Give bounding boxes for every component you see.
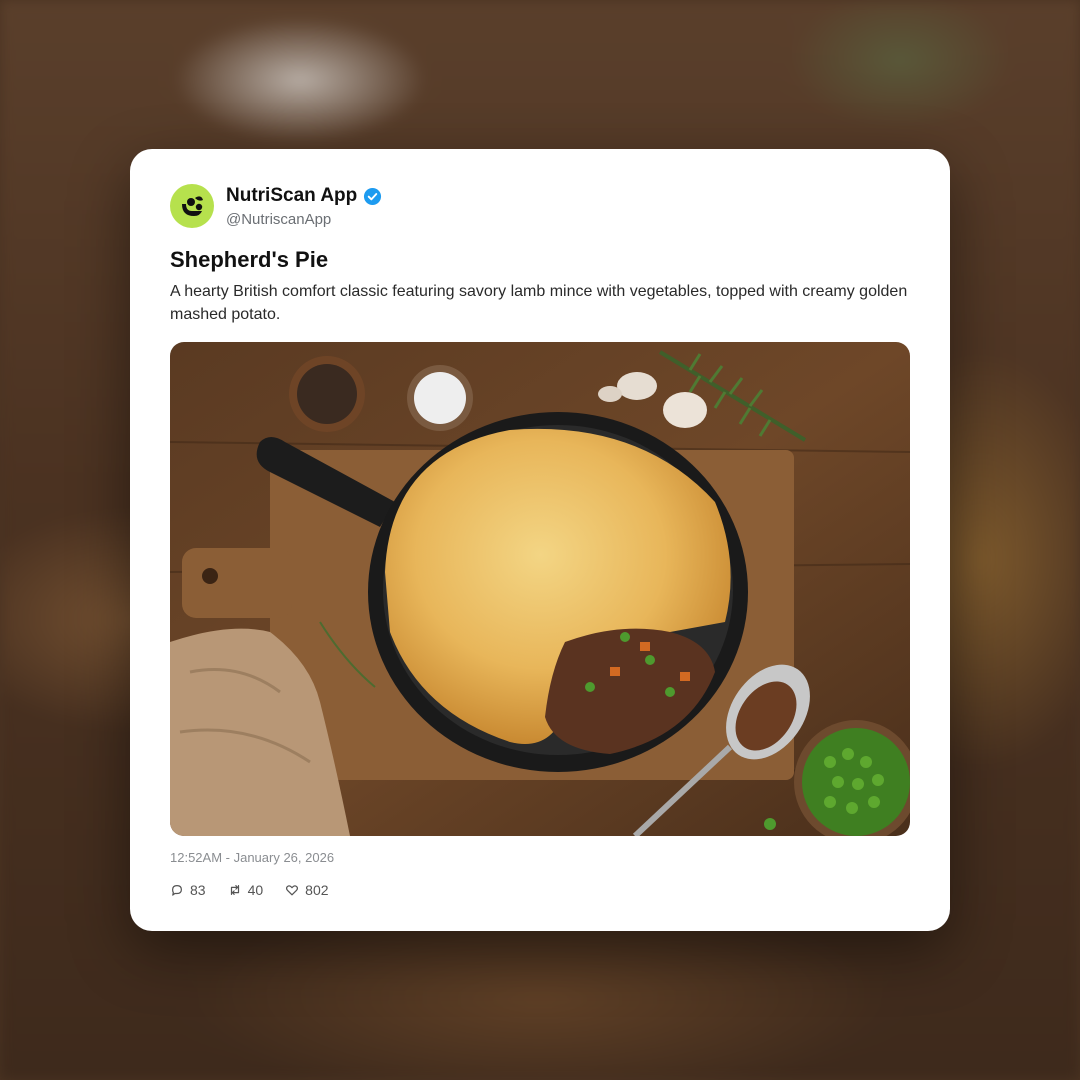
heart-icon: [286, 885, 299, 896]
like-count: 802: [305, 882, 329, 898]
verified-badge-icon: [364, 187, 382, 205]
repost-icon: [230, 885, 239, 895]
reply-icon: [172, 885, 182, 896]
author-name[interactable]: NutriScan App: [226, 185, 357, 207]
avatar[interactable]: [170, 184, 214, 228]
like-button[interactable]: 802: [285, 882, 329, 898]
repost-count: 40: [247, 882, 264, 898]
repost-button[interactable]: 40: [228, 882, 264, 898]
reply-button[interactable]: 83: [170, 882, 206, 898]
post-timestamp: 12:52AM - January 26, 2026: [170, 850, 335, 865]
shepherds-pie-photo: [170, 342, 910, 836]
reply-count: 83: [190, 882, 206, 898]
author-handle[interactable]: @NutriscanApp: [226, 211, 331, 228]
author-name-row[interactable]: NutriScan App: [226, 185, 382, 207]
post-card: NutriScan App @NutriscanApp Shepherd's P…: [130, 149, 950, 931]
engagement-stats: 83 40 802: [170, 882, 351, 898]
nutriscan-logo-icon: [182, 196, 203, 216]
post-title: Shepherd's Pie: [170, 247, 329, 272]
post-description: A hearty British comfort classic featuri…: [170, 283, 908, 323]
post-image[interactable]: [170, 342, 910, 836]
